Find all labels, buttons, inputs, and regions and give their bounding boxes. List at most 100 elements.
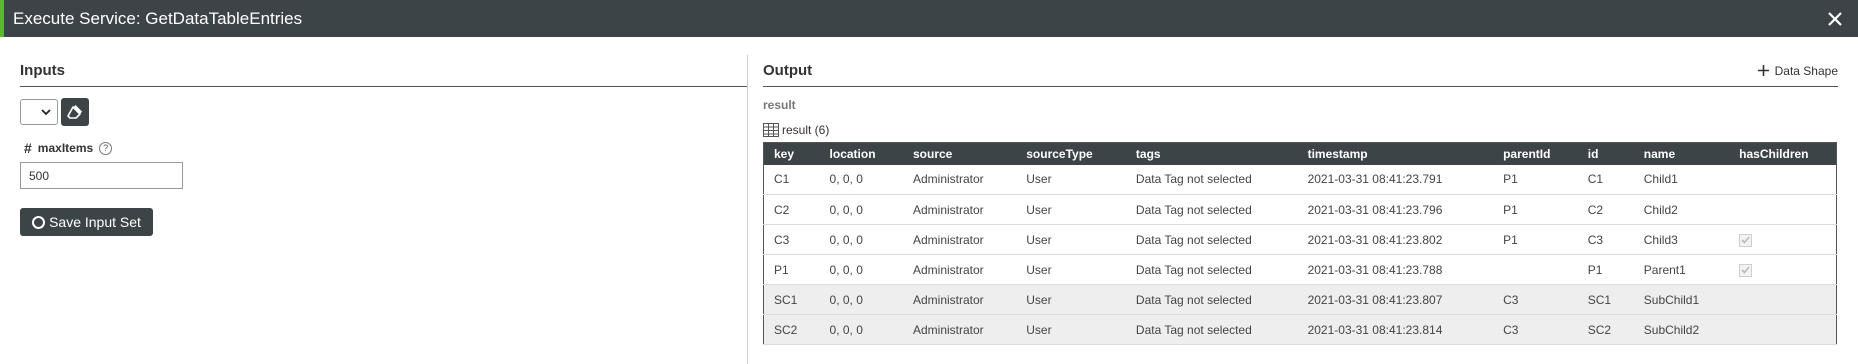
cell-key: C1 <box>763 164 820 195</box>
cell-parentId: P1 <box>1493 224 1578 255</box>
cell-hasChildren <box>1729 194 1837 225</box>
number-type-icon: # <box>24 140 32 156</box>
result-count-row: result (6) <box>763 123 1838 137</box>
column-header-parentId[interactable]: parentId <box>1493 142 1578 165</box>
cell-hasChildren <box>1729 314 1837 345</box>
table-row[interactable]: SC1 0, 0, 0 Administrator User Data Tag not … <box>763 284 1837 315</box>
column-header-hasChildren[interactable]: hasChildren <box>1729 142 1837 165</box>
cell-source: Administrator <box>902 284 1017 315</box>
cell-location: 0, 0, 0 <box>819 284 903 315</box>
cell-sourceType: User <box>1016 164 1126 195</box>
cell-tags: Data Tag not selected <box>1125 284 1298 315</box>
table-row[interactable]: C3 0, 0, 0 Administrator User Data Tag not s… <box>763 224 1837 255</box>
cell-location: 0, 0, 0 <box>819 194 903 225</box>
table-icon <box>763 123 779 137</box>
cell-id: SC2 <box>1577 314 1634 345</box>
result-count: result (6) <box>782 123 830 137</box>
cell-hasChildren <box>1729 284 1837 315</box>
cell-location: 0, 0, 0 <box>819 254 903 285</box>
cell-parentId: P1 <box>1493 194 1578 225</box>
circle-icon <box>32 215 46 229</box>
cell-name: Child3 <box>1633 224 1730 255</box>
column-header-name[interactable]: name <box>1633 142 1730 165</box>
cell-hasChildren <box>1729 254 1837 285</box>
maxitems-label-row: # maxItems ? <box>20 140 747 156</box>
input-set-row <box>20 98 747 126</box>
cell-source: Administrator <box>902 164 1017 195</box>
save-input-set-label: Save Input Set <box>49 214 141 230</box>
cell-location: 0, 0, 0 <box>819 314 903 345</box>
cell-tags: Data Tag not selected <box>1125 224 1298 255</box>
help-icon[interactable]: ? <box>99 141 113 155</box>
cell-parentId: P1 <box>1493 164 1578 195</box>
table-header-row: key location source sourceType tags timestamp… <box>763 142 1837 165</box>
panel-divider <box>747 55 748 364</box>
save-input-set-button[interactable]: Save Input Set <box>20 208 153 236</box>
cell-timestamp: 2021-03-31 08:41:23.802 <box>1297 224 1494 255</box>
cell-name: Child1 <box>1633 164 1730 195</box>
cell-tags: Data Tag not selected <box>1125 254 1298 285</box>
table-row[interactable]: C2 0, 0, 0 Administrator User Data Tag not s… <box>763 194 1837 225</box>
cell-id: SC1 <box>1577 284 1634 315</box>
cell-id: C1 <box>1577 164 1634 195</box>
output-header-row: Output Data Shape <box>763 55 1838 87</box>
cell-source: Administrator <box>902 224 1017 255</box>
cell-hasChildren <box>1729 164 1837 195</box>
cell-parentId: C3 <box>1493 314 1578 345</box>
cell-name: Parent1 <box>1633 254 1730 285</box>
cell-id: P1 <box>1577 254 1634 285</box>
cell-hasChildren <box>1729 224 1837 255</box>
column-header-sourceType[interactable]: sourceType <box>1016 142 1126 165</box>
inputs-header: Inputs <box>20 55 747 87</box>
cell-sourceType: User <box>1016 194 1126 225</box>
checkbox-checked-icon <box>1739 233 1753 247</box>
column-header-key[interactable]: key <box>763 142 820 165</box>
cell-location: 0, 0, 0 <box>819 224 903 255</box>
cell-source: Administrator <box>902 314 1017 345</box>
input-set-dropdown[interactable] <box>20 99 58 125</box>
cell-name: SubChild1 <box>1633 284 1730 315</box>
cell-parentId: C3 <box>1493 284 1578 315</box>
result-table: key location source sourceType tags timestamp… <box>763 142 1837 345</box>
data-shape-button[interactable]: Data Shape <box>1757 55 1838 87</box>
checkbox-checked-icon <box>1739 263 1753 277</box>
cell-id: C2 <box>1577 194 1634 225</box>
maxitems-label: maxItems <box>37 141 94 155</box>
cell-id: C3 <box>1577 224 1634 255</box>
clear-button[interactable] <box>61 98 89 126</box>
cell-timestamp: 2021-03-31 08:41:23.807 <box>1297 284 1494 315</box>
maxitems-input[interactable] <box>20 162 183 189</box>
cell-parentId <box>1493 254 1578 285</box>
cell-name: Child2 <box>1633 194 1730 225</box>
cell-key: SC2 <box>763 314 820 345</box>
column-header-id[interactable]: id <box>1577 142 1634 165</box>
plus-icon <box>1757 65 1769 76</box>
table-row[interactable]: P1 0, 0, 0 Administrator User Data Tag not s… <box>763 254 1837 285</box>
cell-source: Administrator <box>902 194 1017 225</box>
chevron-down-icon <box>41 108 51 115</box>
column-header-tags[interactable]: tags <box>1125 142 1298 165</box>
title-bar: Execute Service: GetDataTableEntries <box>0 0 1858 37</box>
cell-name: SubChild2 <box>1633 314 1730 345</box>
cell-key: C3 <box>763 224 820 255</box>
window-title: Execute Service: GetDataTableEntries <box>13 8 303 28</box>
table-row[interactable]: C1 0, 0, 0 Administrator User Data Tag not s… <box>763 164 1837 195</box>
cell-timestamp: 2021-03-31 08:41:23.788 <box>1297 254 1494 285</box>
output-panel: Output Data Shape result result (6) key l… <box>763 55 1838 364</box>
cell-timestamp: 2021-03-31 08:41:23.791 <box>1297 164 1494 195</box>
cell-tags: Data Tag not selected <box>1125 194 1298 225</box>
cell-key: C2 <box>763 194 820 225</box>
cell-timestamp: 2021-03-31 08:41:23.796 <box>1297 194 1494 225</box>
cell-location: 0, 0, 0 <box>819 164 903 195</box>
output-header: Output <box>763 61 813 79</box>
column-header-source[interactable]: source <box>902 142 1017 165</box>
column-header-location[interactable]: location <box>819 142 903 165</box>
column-header-timestamp[interactable]: timestamp <box>1297 142 1494 165</box>
cell-timestamp: 2021-03-31 08:41:23.814 <box>1297 314 1494 345</box>
close-icon[interactable] <box>1820 4 1850 34</box>
cell-source: Administrator <box>902 254 1017 285</box>
cell-tags: Data Tag not selected <box>1125 314 1298 345</box>
cell-key: SC1 <box>763 284 820 315</box>
cell-tags: Data Tag not selected <box>1125 164 1298 195</box>
table-row[interactable]: SC2 0, 0, 0 Administrator User Data Tag not … <box>763 314 1837 345</box>
